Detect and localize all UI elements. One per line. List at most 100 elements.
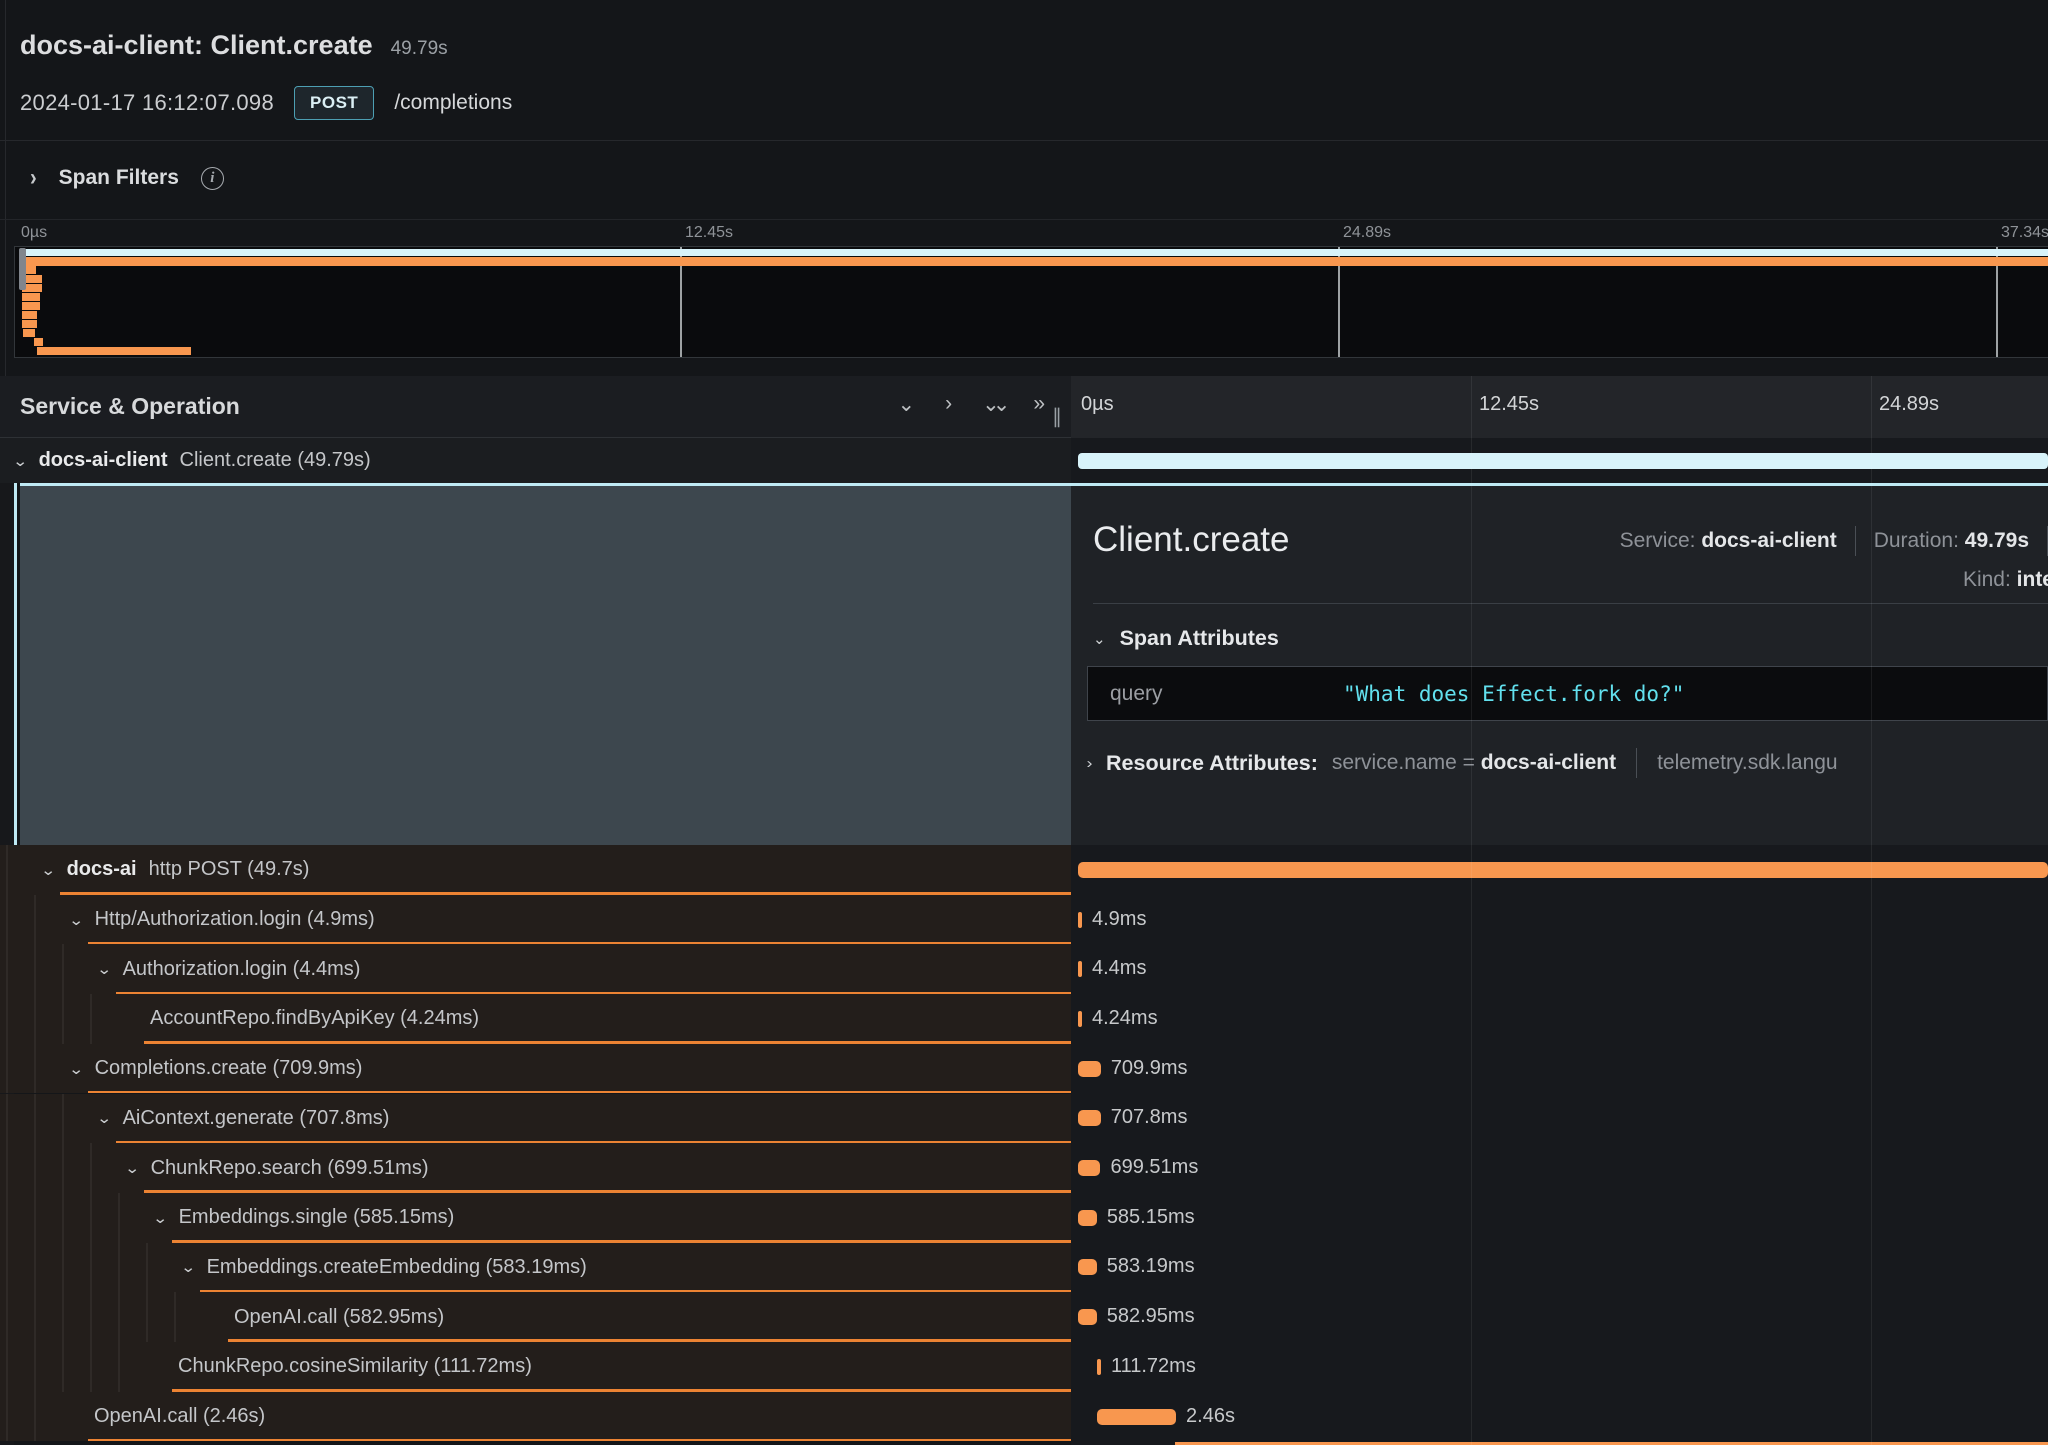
span-duration-bar[interactable] <box>1078 1210 1097 1226</box>
indent-guide <box>62 1143 64 1193</box>
span-tree-row[interactable]: ⌄ Embeddings.createEmbedding (583.19ms) <box>0 1243 1071 1293</box>
indent-guide <box>146 1292 148 1342</box>
indent-guide <box>6 845 8 895</box>
span-tree-row[interactable]: ⌄AiContext.generate (707.8ms) <box>0 1094 1071 1144</box>
operation-name: ChunkRepo.cosineSimilarity (111.72ms) <box>178 1355 532 1378</box>
span-duration-bar[interactable] <box>1078 1259 1097 1275</box>
pane-resize-handle[interactable]: ∥ <box>1052 404 1063 429</box>
span-filters-label: Span Filters <box>59 166 179 190</box>
span-tree-row[interactable]: OpenAI.call (2.46s) <box>0 1392 1071 1442</box>
indent-guide <box>118 1342 120 1392</box>
trace-viewer: docs-ai-client: Client.create49.79s 2024… <box>0 0 2048 1445</box>
operation-name: Authorization.login (4.4ms) <box>123 958 361 981</box>
span-kind-meta: Kind: inte <box>1963 568 2048 592</box>
indent-guide <box>6 1044 8 1094</box>
timeline-tick-label: 12.45s <box>1479 393 1539 416</box>
expand-all-icon[interactable]: » <box>1033 392 1045 417</box>
service-name: docs-ai <box>67 858 137 881</box>
indent-guide <box>34 1143 36 1193</box>
span-duration-bar[interactable] <box>1097 1409 1176 1425</box>
minimap-drag-handle[interactable] <box>19 248 26 290</box>
span-duration-bar[interactable] <box>1078 961 1082 977</box>
indent-guide <box>62 1094 64 1144</box>
indent-guide <box>62 994 64 1044</box>
minimap-tick-label: 0µs <box>21 224 47 242</box>
chevron-down-icon[interactable]: ⌄ <box>68 911 84 929</box>
indent-guide <box>34 1392 36 1442</box>
timeline-tick-label: 0µs <box>1081 393 1114 416</box>
divider <box>0 140 2048 141</box>
duration-value: 49.79s <box>1965 529 2029 553</box>
span-duration-bar[interactable] <box>1078 1309 1097 1325</box>
minimap-span-bar <box>22 302 40 310</box>
indent-guide <box>6 1342 8 1392</box>
span-attributes-toggle[interactable]: ⌄ Span Attributes <box>1093 626 1279 651</box>
span-duration-bar[interactable] <box>1078 862 2048 878</box>
minimap-span-bar <box>37 347 191 355</box>
span-duration-bar[interactable] <box>1078 912 1082 928</box>
service-value: docs-ai-client <box>1701 529 1836 553</box>
span-tree-row[interactable]: ⌄docs-ai-clientClient.create (49.79s) <box>0 438 1071 483</box>
span-tree-row[interactable]: ⌄ChunkRepo.search (699.51ms) <box>0 1143 1071 1193</box>
span-duration-bar[interactable] <box>1078 1110 1101 1126</box>
collapse-all-icon[interactable]: ⌄⌄ <box>982 392 1003 417</box>
chevron-down-icon[interactable]: ⌄ <box>40 861 56 879</box>
indent-guide <box>62 944 64 994</box>
chevron-down-icon[interactable]: ⌄ <box>96 1109 112 1127</box>
indent-guide <box>6 1143 8 1193</box>
chevron-down-icon[interactable]: ⌄ <box>12 452 28 470</box>
span-tree-row[interactable]: ⌄docs-aihttp POST (49.7s) <box>0 845 1071 895</box>
span-duration-label: 4.9ms <box>1092 908 1146 931</box>
minimap-tick-label: 24.89s <box>1343 224 1391 242</box>
chevron-down-icon[interactable]: ⌄ <box>96 960 112 978</box>
indent-guide <box>34 1044 36 1094</box>
resource-attributes-toggle[interactable]: › Resource Attributes: service.name = do… <box>1087 748 1838 778</box>
span-tree-row[interactable]: ⌄ Completions.create (709.9ms) <box>0 1044 1071 1094</box>
span-tree-row[interactable]: AccountRepo.findByApiKey (4.24ms) <box>0 994 1071 1044</box>
row-underline <box>88 1439 1071 1442</box>
service-name: docs-ai-client <box>39 449 168 472</box>
span-tree-row[interactable]: OpenAI.call (582.95ms) <box>0 1292 1071 1342</box>
span-detail-title: Client.create <box>1093 520 1289 560</box>
span-attributes-label: Span Attributes <box>1120 626 1279 651</box>
span-duration-bar[interactable] <box>1097 1359 1101 1375</box>
trace-minimap[interactable] <box>14 246 2048 358</box>
span-duration-bar[interactable] <box>1078 1160 1100 1176</box>
service-label: Service: <box>1620 529 1696 553</box>
chevron-down-icon[interactable]: ⌄ <box>124 1159 140 1177</box>
span-duration-label: 699.51ms <box>1110 1156 1198 1179</box>
attribute-row[interactable]: query "What does Effect.fork do?" <box>1087 666 2048 721</box>
span-duration-bar[interactable] <box>1078 1011 1082 1027</box>
operation-name: Http/Authorization.login (4.9ms) <box>95 908 375 931</box>
indent-guide <box>6 895 8 945</box>
page-title: docs-ai-client: Client.create49.79s <box>20 30 448 61</box>
chevron-down-icon[interactable]: ⌄ <box>180 1258 196 1276</box>
span-filters-toggle[interactable]: › Span Filters i <box>30 166 224 190</box>
span-tree-row[interactable]: ⌄ Authorization.login (4.4ms) <box>0 944 1071 994</box>
selected-span-accent <box>14 483 17 845</box>
meta-divider <box>1855 526 1856 556</box>
duration-label: Duration: <box>1874 529 1959 553</box>
collapse-one-icon[interactable]: ⌄ <box>898 392 916 417</box>
span-duration-label: 707.8ms <box>1111 1106 1188 1129</box>
span-duration-label: 111.72ms <box>1111 1355 1196 1378</box>
indent-guide <box>62 1243 64 1293</box>
attribute-value: "What does Effect.fork do?" <box>1343 682 1684 706</box>
operation-name: Embeddings.createEmbedding (583.19ms) <box>207 1256 587 1279</box>
operation-name: Completions.create (709.9ms) <box>95 1057 363 1080</box>
expand-one-icon[interactable]: › <box>945 392 952 417</box>
span-duration-label: 583.19ms <box>1107 1255 1195 1278</box>
info-icon[interactable]: i <box>201 167 224 190</box>
indent-guide <box>174 1292 176 1342</box>
span-tree-row[interactable]: ⌄ Http/Authorization.login (4.9ms) <box>0 895 1071 945</box>
chevron-down-icon[interactable]: ⌄ <box>68 1060 84 1078</box>
span-duration-bar[interactable] <box>1078 1061 1101 1077</box>
span-tree-row[interactable]: ⌄Embeddings.single (585.15ms) <box>0 1193 1071 1243</box>
chevron-down-icon[interactable]: ⌄ <box>1093 630 1106 648</box>
chevron-right-icon[interactable]: › <box>1087 755 1093 772</box>
span-tree-row[interactable]: ChunkRepo.cosineSimilarity (111.72ms) <box>0 1342 1071 1392</box>
indent-guide <box>62 1342 64 1392</box>
chevron-right-icon[interactable]: › <box>30 164 37 192</box>
chevron-down-icon[interactable]: ⌄ <box>152 1209 168 1227</box>
span-duration-bar[interactable] <box>1078 453 2048 469</box>
